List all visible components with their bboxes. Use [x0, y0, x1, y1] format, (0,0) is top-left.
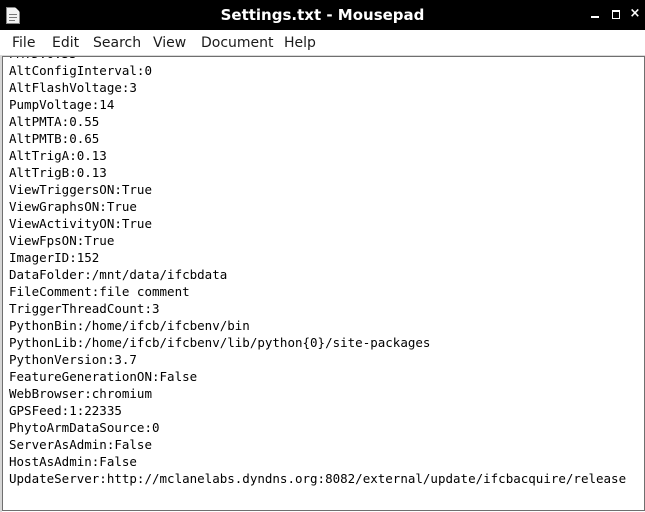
- mousepad-window: Settings.txt - Mousepad × File Edit Sear…: [0, 0, 645, 512]
- text-line[interactable]: ServerAsAdmin:False: [9, 436, 644, 453]
- text-line[interactable]: ViewActivityON:True: [9, 215, 644, 232]
- text-line[interactable]: FeatureGenerationON:False: [9, 368, 644, 385]
- text-line[interactable]: AltFlashVoltage:3: [9, 79, 644, 96]
- text-line[interactable]: PythonVersion:3.7: [9, 351, 644, 368]
- text-editor-area[interactable]: PMTD:0.55AltConfigInterval:0AltFlashVolt…: [2, 56, 645, 511]
- menu-help[interactable]: Help: [284, 34, 316, 52]
- close-icon[interactable]: ×: [628, 7, 642, 21]
- editor-content[interactable]: PMTD:0.55AltConfigInterval:0AltFlashVolt…: [9, 57, 644, 487]
- menu-edit[interactable]: Edit: [52, 34, 79, 52]
- text-line[interactable]: GPSFeed:1:22335: [9, 402, 644, 419]
- maximize-icon[interactable]: [609, 7, 623, 21]
- text-line[interactable]: HostAsAdmin:False: [9, 453, 644, 470]
- menu-document[interactable]: Document: [201, 34, 274, 52]
- menu-file[interactable]: File: [12, 34, 35, 52]
- text-line[interactable]: UpdateServer:http://mclanelabs.dyndns.or…: [9, 470, 644, 487]
- minimize-icon[interactable]: [588, 7, 602, 21]
- text-line[interactable]: TriggerThreadCount:3: [9, 300, 644, 317]
- text-line[interactable]: AltPMTB:0.65: [9, 130, 644, 147]
- text-line[interactable]: PythonBin:/home/ifcb/ifcbenv/bin: [9, 317, 644, 334]
- text-line[interactable]: AltConfigInterval:0: [9, 62, 644, 79]
- text-line[interactable]: AltTrigA:0.13: [9, 147, 644, 164]
- text-line[interactable]: DataFolder:/mnt/data/ifcbdata: [9, 266, 644, 283]
- text-line[interactable]: ViewFpsON:True: [9, 232, 644, 249]
- text-line[interactable]: FileComment:file comment: [9, 283, 644, 300]
- menu-view[interactable]: View: [153, 34, 186, 52]
- text-line[interactable]: ViewTriggersON:True: [9, 181, 644, 198]
- text-line[interactable]: ViewGraphsON:True: [9, 198, 644, 215]
- text-line[interactable]: ImagerID:152: [9, 249, 644, 266]
- text-line[interactable]: AltPMTA:0.55: [9, 113, 644, 130]
- text-line[interactable]: PythonLib:/home/ifcb/ifcbenv/lib/python{…: [9, 334, 644, 351]
- menu-bar: File Edit Search View Document Help: [0, 30, 645, 56]
- menu-search[interactable]: Search: [93, 34, 141, 52]
- text-line[interactable]: PhytoArmDataSource:0: [9, 419, 644, 436]
- text-line[interactable]: AltTrigB:0.13: [9, 164, 644, 181]
- window-title: Settings.txt - Mousepad: [220, 6, 425, 24]
- title-bar[interactable]: Settings.txt - Mousepad ×: [0, 0, 645, 30]
- text-line[interactable]: WebBrowser:chromium: [9, 385, 644, 402]
- text-line[interactable]: PumpVoltage:14: [9, 96, 644, 113]
